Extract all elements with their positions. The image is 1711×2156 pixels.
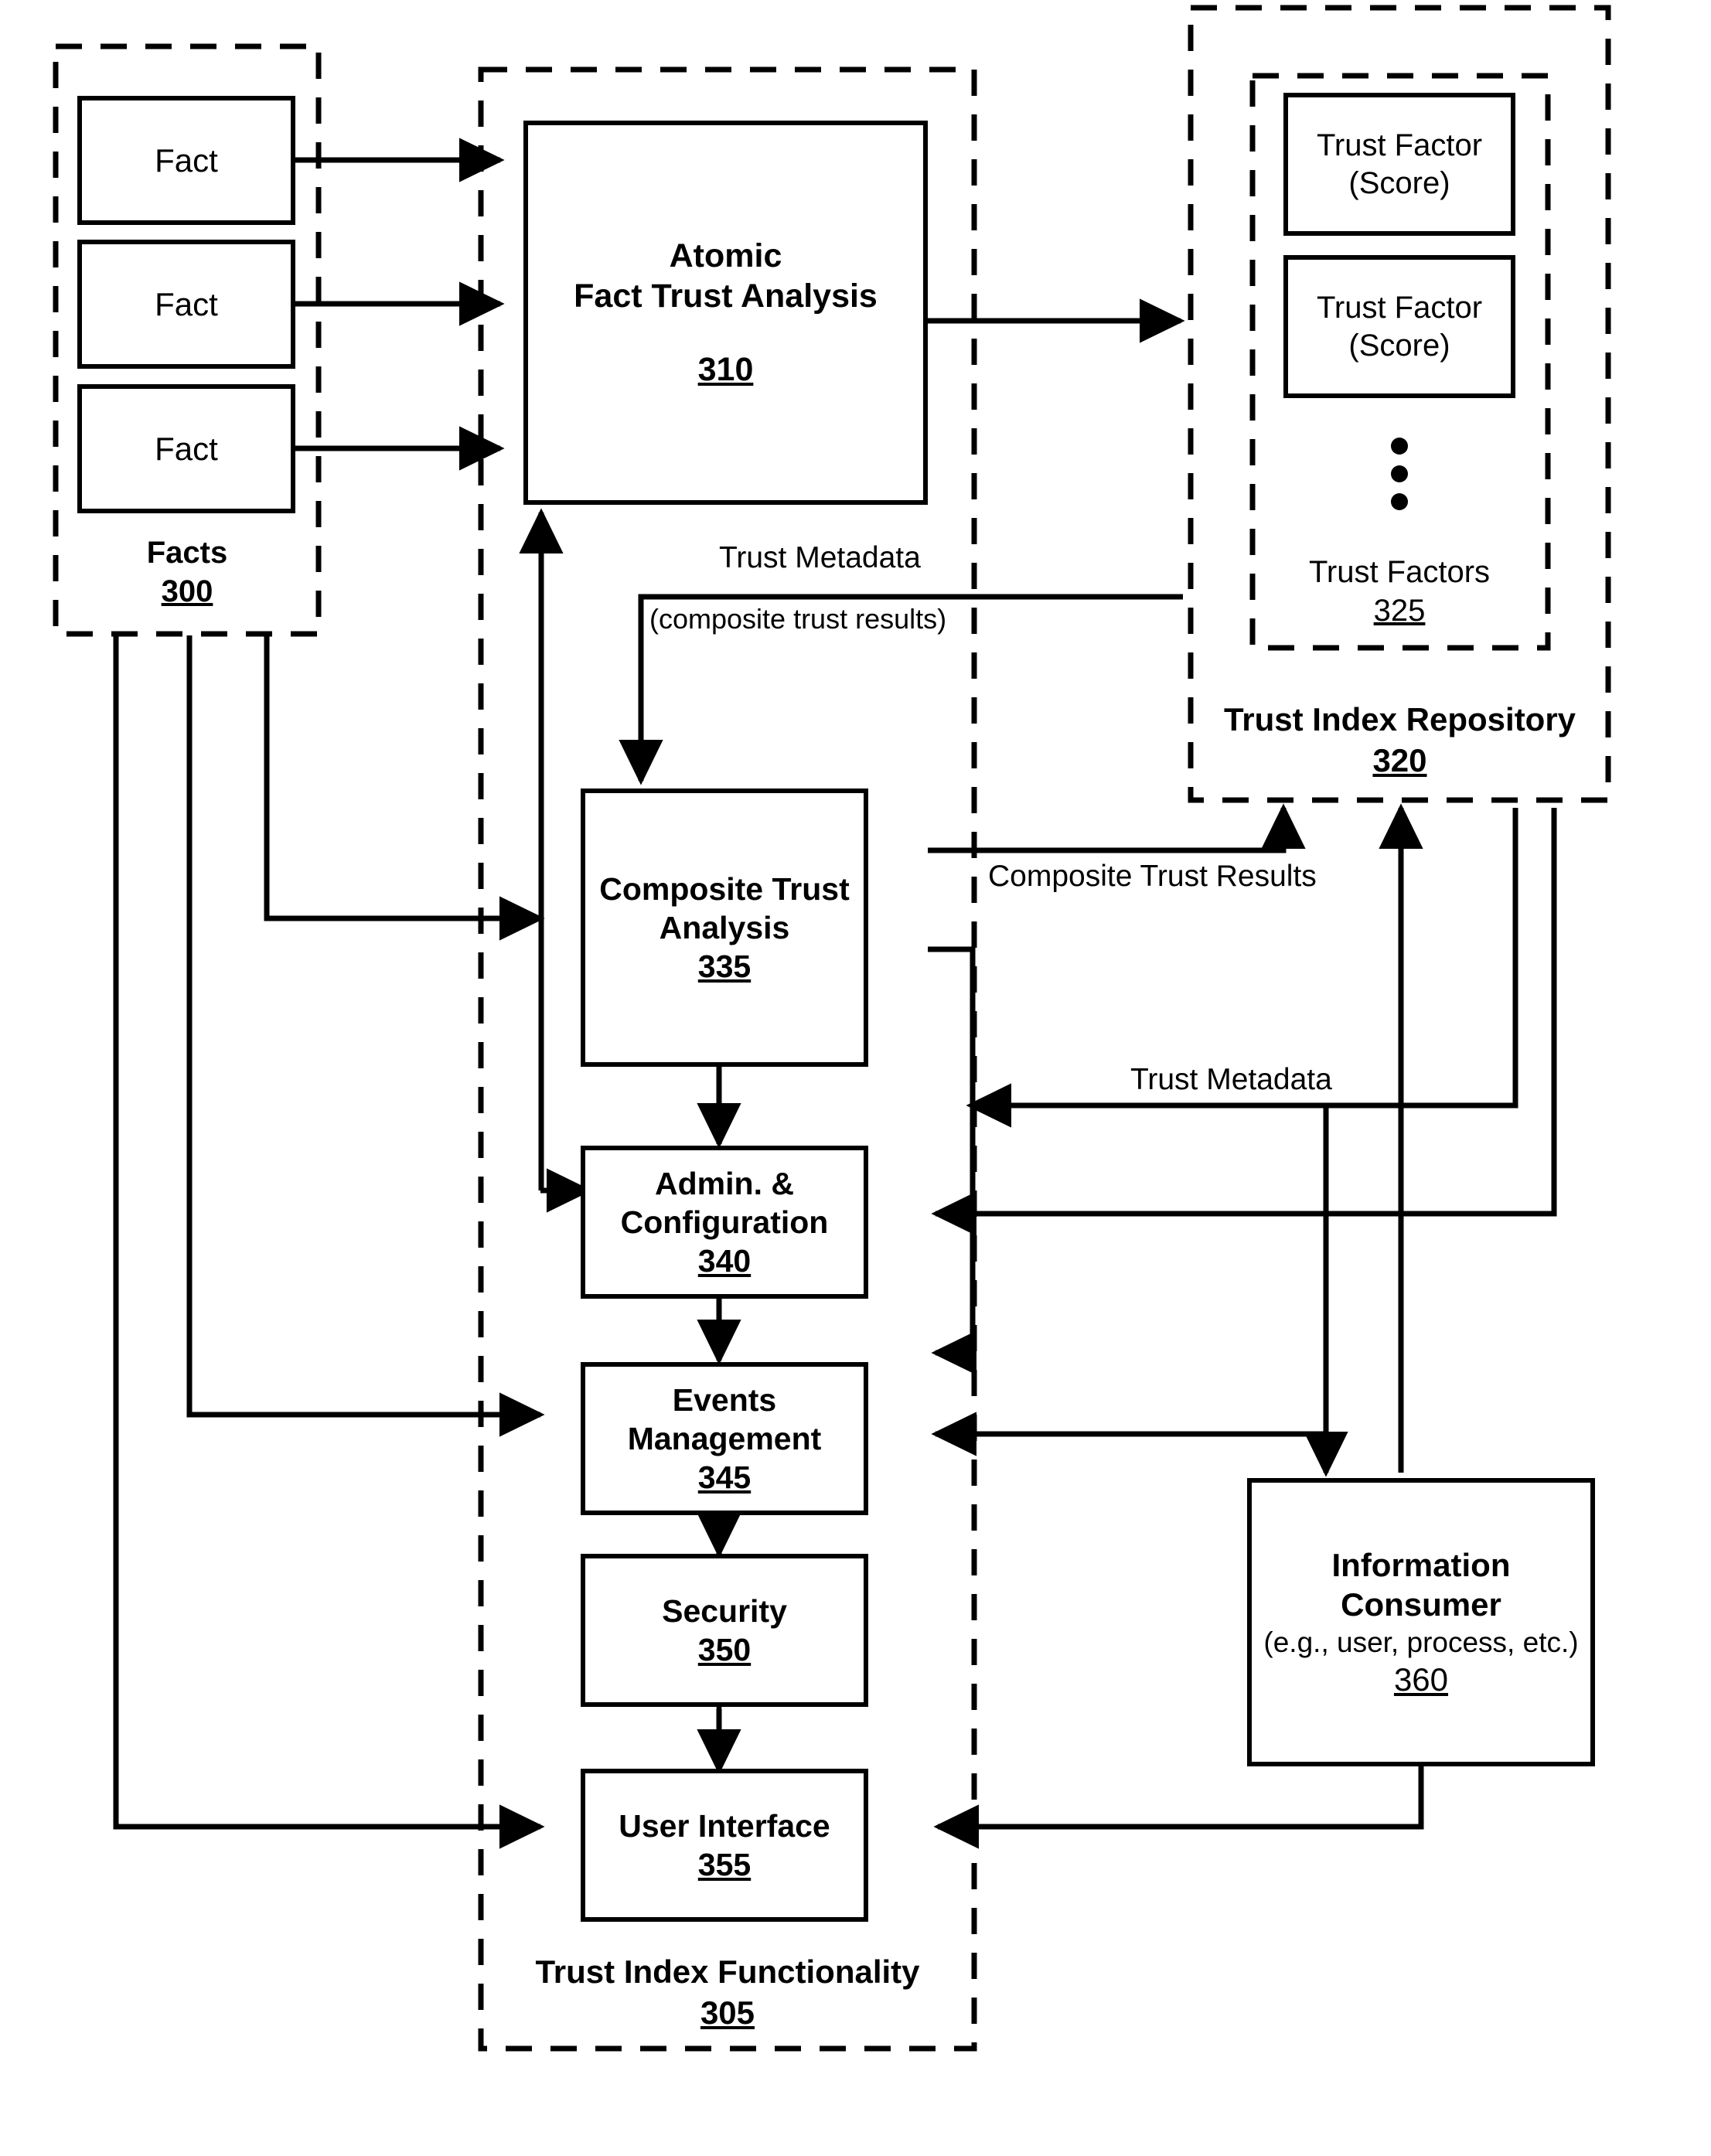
edge-composite-to-events bbox=[928, 946, 977, 1375]
fact-box-1-label: Fact bbox=[155, 141, 218, 179]
trust-index-functionality-ref: 305 bbox=[700, 1994, 755, 2031]
trust-index-repository-caption: Trust Index Repository 320 bbox=[1181, 700, 1618, 781]
atomic-line1: Atomic bbox=[669, 237, 782, 274]
trust-factor-1-line1: Trust Factor bbox=[1316, 128, 1483, 162]
edge-facts-to-events bbox=[186, 635, 545, 1437]
edge-label-composite-trust-results-paren: (composite trust results) bbox=[649, 603, 947, 635]
security-box[interactable]: Security 350 bbox=[581, 1554, 868, 1707]
facts-group-caption: Facts 300 bbox=[71, 533, 303, 611]
facts-group-label: Facts bbox=[146, 536, 228, 570]
composite-line2: Analysis bbox=[659, 909, 790, 945]
atomic-ref: 310 bbox=[697, 350, 754, 388]
events-management-box[interactable]: Events Management 345 bbox=[581, 1362, 868, 1515]
composite-trust-analysis-box[interactable]: Composite Trust Analysis 335 bbox=[581, 788, 868, 1067]
edge-facts-to-composite bbox=[264, 635, 545, 941]
events-line2: Management bbox=[627, 1420, 822, 1456]
trust-index-functionality-caption: Trust Index Functionality 305 bbox=[472, 1952, 983, 2033]
security-line1: Security bbox=[662, 1592, 787, 1629]
fact-box-2[interactable]: Fact bbox=[77, 240, 295, 369]
information-consumer-box[interactable]: Information Consumer (e.g., user, proces… bbox=[1247, 1478, 1595, 1766]
vertical-ellipsis-icon bbox=[1391, 438, 1408, 510]
admin-configuration-box[interactable]: Admin. & Configuration 340 bbox=[581, 1146, 868, 1299]
trust-factor-2-line2: (Score) bbox=[1348, 328, 1450, 363]
figure-canvas: Fact Fact Fact Facts 300 Atomic Fact Tru… bbox=[0, 0, 1711, 2156]
fact-box-1[interactable]: Fact bbox=[77, 96, 295, 225]
facts-group-ref: 300 bbox=[161, 574, 213, 608]
ui-ref: 355 bbox=[697, 1847, 752, 1882]
fact-box-2-label: Fact bbox=[155, 285, 218, 322]
trust-factor-2-line1: Trust Factor bbox=[1316, 290, 1483, 325]
consumer-line2: Consumer bbox=[1341, 1586, 1501, 1623]
edge-facts-to-user-interface bbox=[113, 635, 545, 1849]
edge-consumer-to-events bbox=[931, 1412, 1329, 1473]
consumer-line1: Information bbox=[1331, 1547, 1511, 1584]
composite-line1: Composite Trust bbox=[599, 870, 850, 907]
security-ref: 350 bbox=[697, 1632, 752, 1667]
trust-factor-box-2[interactable]: Trust Factor (Score) bbox=[1283, 255, 1515, 398]
trust-factors-label: Trust Factors bbox=[1308, 555, 1491, 589]
atomic-fact-trust-analysis-box[interactable]: Atomic Fact Trust Analysis 310 bbox=[523, 121, 928, 505]
consumer-ref: 360 bbox=[1393, 1660, 1449, 1698]
edge-consumer-to-user-interface bbox=[933, 1766, 1424, 1849]
composite-ref: 335 bbox=[697, 949, 752, 984]
trust-index-repository-label: Trust Index Repository bbox=[1223, 701, 1576, 737]
user-interface-box[interactable]: User Interface 355 bbox=[581, 1769, 868, 1922]
events-line1: Events bbox=[672, 1381, 777, 1418]
fact-box-3[interactable]: Fact bbox=[77, 384, 295, 513]
edge-label-composite-trust-results: Composite Trust Results bbox=[988, 860, 1317, 893]
admin-line2: Configuration bbox=[620, 1204, 829, 1240]
atomic-line2: Fact Trust Analysis bbox=[574, 278, 878, 315]
trust-factor-1-line2: (Score) bbox=[1348, 165, 1450, 200]
edge-composite-to-repository bbox=[928, 803, 1306, 853]
edge-label-trust-metadata-mid: Trust Metadata bbox=[1130, 1063, 1332, 1096]
ui-line1: User Interface bbox=[619, 1807, 830, 1844]
consumer-sub: (e.g., user, process, etc.) bbox=[1263, 1626, 1579, 1658]
trust-factors-caption: Trust Factors 325 bbox=[1268, 553, 1531, 630]
events-ref: 345 bbox=[697, 1459, 752, 1495]
trust-factors-ref: 325 bbox=[1373, 594, 1426, 628]
trust-index-repository-ref: 320 bbox=[1372, 741, 1427, 778]
admin-ref: 340 bbox=[697, 1243, 752, 1279]
edge-label-trust-metadata-top: Trust Metadata bbox=[719, 541, 921, 574]
fact-box-3-label: Fact bbox=[155, 430, 218, 467]
admin-line1: Admin. & bbox=[655, 1165, 794, 1201]
trust-factor-box-1[interactable]: Trust Factor (Score) bbox=[1283, 93, 1515, 236]
trust-index-functionality-label: Trust Index Functionality bbox=[535, 1953, 920, 1990]
